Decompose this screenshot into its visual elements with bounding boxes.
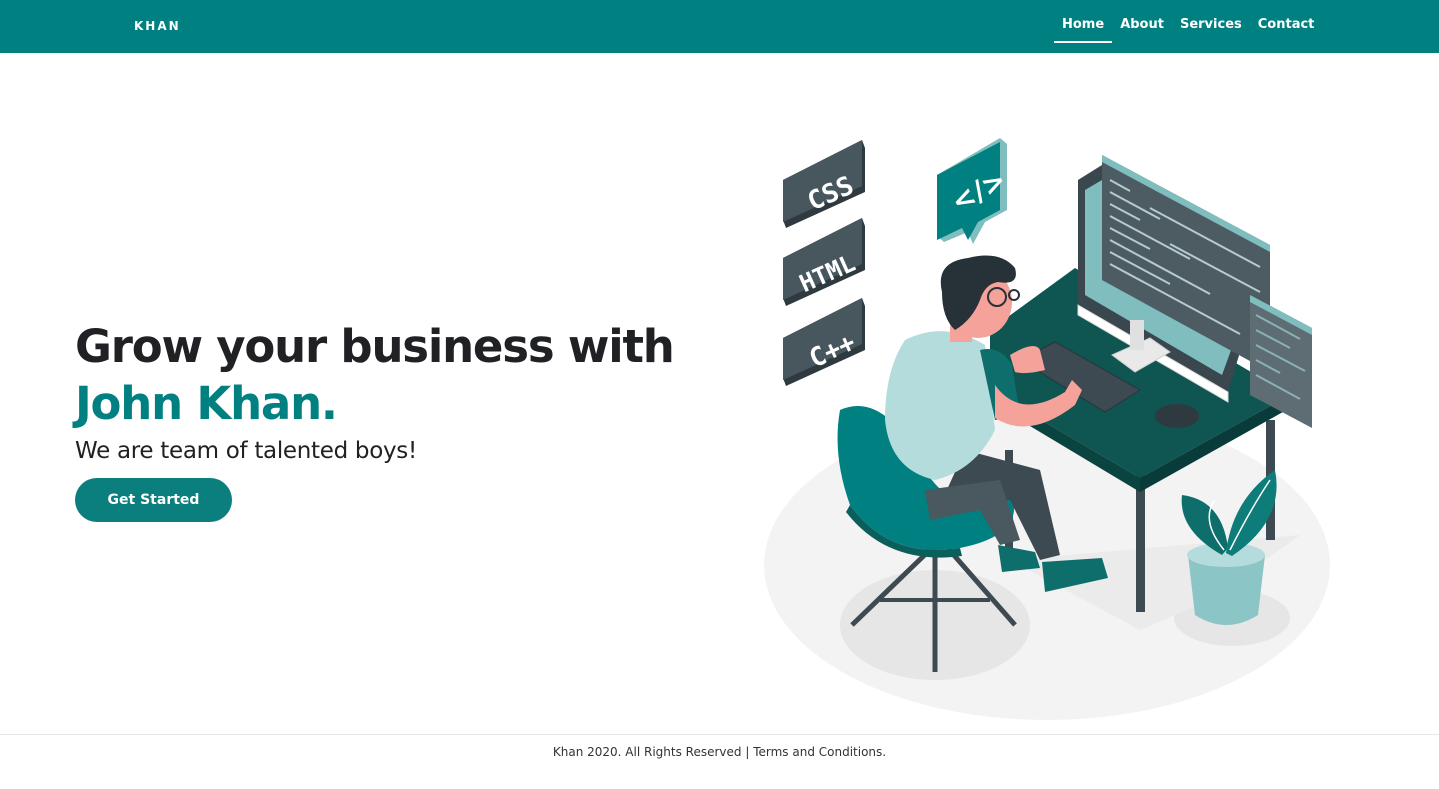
nav-links: Home About Services Contact	[1054, 17, 1322, 43]
copyright-text: Khan 2020. All Rights Reserved	[552, 745, 742, 759]
footer-separator: |	[745, 745, 750, 759]
terms-link[interactable]: Terms and Conditions.	[753, 745, 886, 759]
nav-link-contact[interactable]: Contact	[1250, 17, 1323, 43]
hero-section: Grow your business with John Khan. We ar…	[75, 318, 735, 522]
hero-tagline: We are team of talented boys!	[75, 438, 417, 464]
html-tile: HTML	[783, 218, 865, 306]
hero-headline-line1: Grow your business with	[75, 320, 675, 373]
cplusplus-tile: C++	[783, 298, 865, 386]
nav-link-services[interactable]: Services	[1172, 17, 1250, 43]
code-badge: </>	[937, 138, 1012, 244]
hero-headline: Grow your business with John Khan.	[75, 318, 735, 432]
get-started-button[interactable]: Get Started	[75, 478, 232, 522]
developer-illustration: CSS HTML C++ </>	[764, 138, 1330, 720]
navbar: KHAN Home About Services Contact	[0, 0, 1439, 53]
mouse	[1155, 404, 1199, 428]
footer: Khan 2020. All Rights Reserved | Terms a…	[0, 734, 1439, 789]
nav-link-home[interactable]: Home	[1054, 17, 1113, 43]
nav-link-about[interactable]: About	[1112, 17, 1172, 43]
brand-logo[interactable]: KHAN	[134, 19, 181, 33]
hero-headline-name: John Khan.	[75, 377, 338, 430]
css-tile: CSS	[783, 140, 865, 228]
footer-text: Khan 2020. All Rights Reserved | Terms a…	[0, 735, 1439, 769]
